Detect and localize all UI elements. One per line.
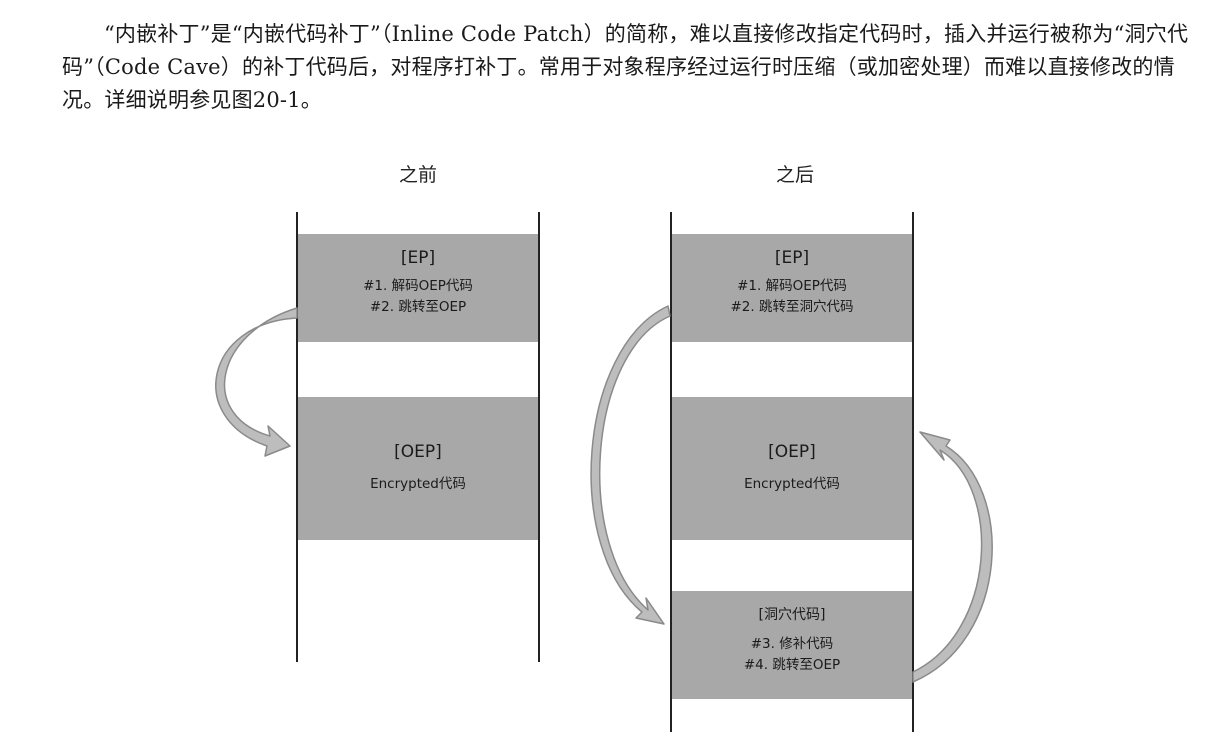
- after-jump-to-oep-arrow: [912, 431, 993, 683]
- after-jump-to-cave-arrow: [590, 305, 671, 625]
- flow-arrows: [215, 305, 993, 683]
- inline-patch-diagram: 之前 [EP] #1. 解码OEP代码 #2. 跳转至OEP [OEP] Enc…: [0, 0, 1208, 744]
- before-jump-arrow: [215, 307, 298, 457]
